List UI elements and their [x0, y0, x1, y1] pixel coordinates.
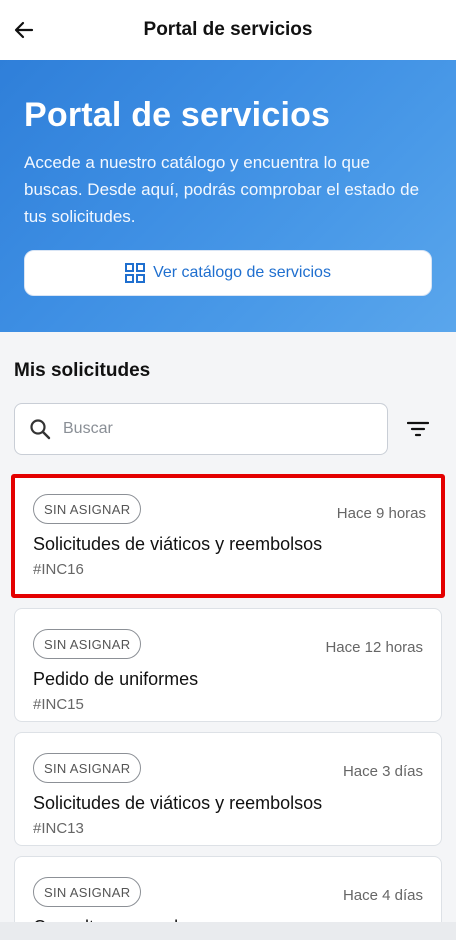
view-catalog-label: Ver catálogo de servicios [153, 264, 331, 281]
status-badge: SIN ASIGNAR [33, 877, 142, 907]
request-id: #INC16 [33, 561, 84, 578]
view-catalog-button[interactable]: Ver catálogo de servicios [24, 250, 432, 296]
hero-description: Accede a nuestro catálogo y encuentra lo… [24, 153, 420, 226]
search-icon [30, 419, 51, 440]
requests-list: SIN ASIGNAR Hace 9 horas Solicitudes de … [11, 474, 445, 940]
request-card[interactable]: SIN ASIGNAR Hace 3 días Solicitudes de v… [14, 732, 442, 846]
request-title: Solicitudes de viáticos y reembolsos [33, 793, 323, 813]
arrow-left-icon [14, 21, 34, 39]
request-time: Hace 12 horas [325, 639, 423, 656]
request-time: Hace 3 días [342, 763, 423, 780]
request-id: #INC13 [33, 820, 84, 837]
filter-button[interactable] [398, 409, 438, 449]
filter-icon [407, 421, 429, 437]
request-id: #INC15 [33, 696, 84, 713]
search-input[interactable] [63, 420, 363, 438]
request-time: Hace 9 horas [336, 505, 426, 522]
search-row [14, 403, 442, 455]
request-card[interactable]: SIN ASIGNAR Hace 12 horas Pedido de unif… [14, 608, 442, 722]
hero-title: Portal de servicios [24, 96, 331, 134]
status-badge: SIN ASIGNAR [33, 494, 142, 524]
status-badge: SIN ASIGNAR [33, 753, 142, 783]
request-title: Pedido de uniformes [33, 669, 199, 689]
status-badge: SIN ASIGNAR [33, 629, 142, 659]
hero-banner: Portal de servicios Accede a nuestro cat… [0, 60, 456, 332]
request-time: Hace 4 días [342, 887, 423, 904]
top-bar: Portal de servicios [0, 0, 456, 60]
request-card[interactable]: SIN ASIGNAR Hace 9 horas Solicitudes de … [11, 474, 445, 598]
my-requests-title: Mis solicitudes [14, 360, 151, 381]
request-title: Solicitudes de viáticos y reembolsos [33, 534, 323, 554]
back-button[interactable] [8, 14, 40, 46]
page-title: Portal de servicios [143, 19, 313, 40]
search-box[interactable] [14, 403, 388, 455]
bottom-strip [0, 922, 456, 940]
grid-icon [125, 263, 146, 283]
